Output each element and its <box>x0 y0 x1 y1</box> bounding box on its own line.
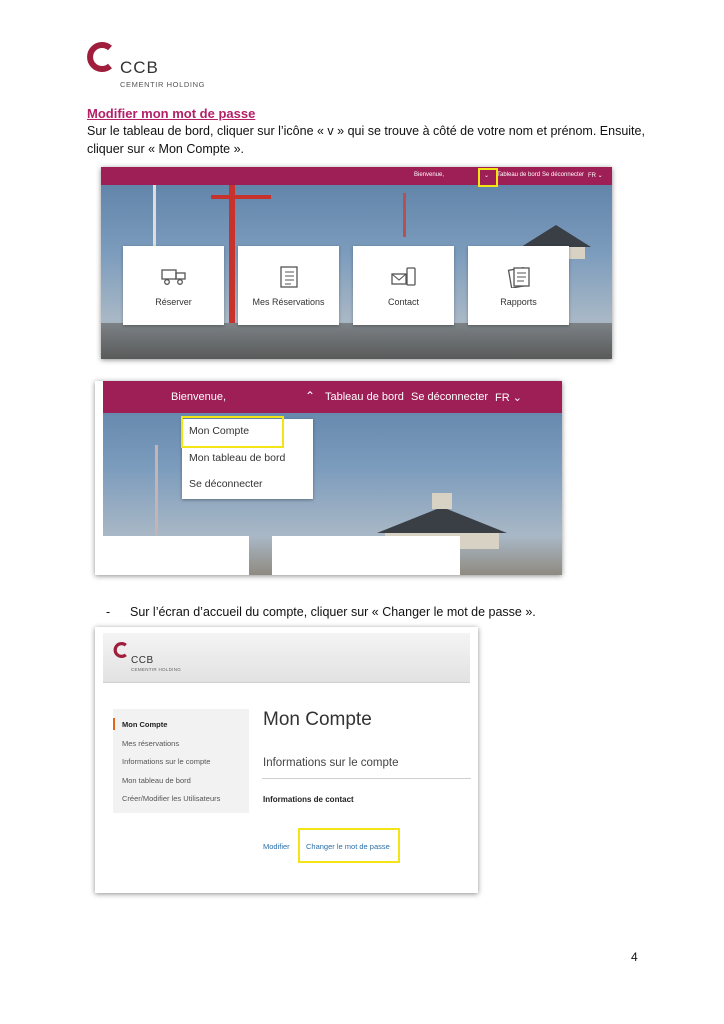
ccb-c-mark-icon <box>113 642 127 658</box>
change-password-highlight <box>298 828 400 863</box>
mon-compte-highlight <box>181 416 284 448</box>
crane-mast <box>229 185 235 335</box>
nav-welcome: Bienvenue, <box>414 172 445 178</box>
instruction-paragraph: Sur le tableau de bord, cliquer sur l’ic… <box>87 124 645 156</box>
page-title: Mon Compte <box>263 709 372 730</box>
nav-logout[interactable]: Se déconnecter <box>411 391 488 403</box>
logo-subtitle: CEMENTIR HOLDING <box>120 80 206 89</box>
page-number: 4 <box>631 950 638 964</box>
sidebar-item-mes-reservations[interactable]: Mes réservations <box>122 739 179 748</box>
tile-contact[interactable]: Contact <box>353 246 454 325</box>
dashboard-screenshot: Bienvenue, ⌄ Tableau de bord Se déconnec… <box>101 167 612 359</box>
section-heading: Modifier mon mot de passe <box>87 106 256 121</box>
tile-label: Réserver <box>155 297 192 307</box>
flag-pole <box>155 445 158 535</box>
nav-language[interactable]: FR ⌄ <box>588 172 603 179</box>
section-title: Informations sur le compte <box>263 757 399 769</box>
ccb-logo: CCB CEMENTIR HOLDING <box>86 42 226 92</box>
tile-reserver[interactable]: Réserver <box>123 246 224 325</box>
nav-language[interactable]: FR ⌄ <box>495 391 522 404</box>
nav-logout[interactable]: Se déconnecter <box>542 172 584 178</box>
sidebar-item-tableau-de-bord[interactable]: Mon tableau de bord <box>122 776 191 785</box>
truck-icon <box>160 269 186 285</box>
tile-rapports[interactable]: Rapports <box>468 246 569 325</box>
left-margin <box>95 381 103 575</box>
sidebar-item-utilisateurs[interactable]: Créer/Modifier les Utilisateurs <box>122 794 220 803</box>
account-sidebar: Mon Compte Mes réservations Informations… <box>113 709 249 813</box>
crane-jib <box>211 195 271 199</box>
account-screenshot: CCB CEMENTIR HOLDING Mon Compte Mes rése… <box>95 627 478 893</box>
top-nav-bar: Bienvenue, ⌄ Tableau de bord Se déconnec… <box>101 167 612 185</box>
site-ground <box>101 323 612 359</box>
menu-item-mon-tableau-de-bord[interactable]: Mon tableau de bord <box>189 452 285 464</box>
nav-chevron-up-icon[interactable]: ⌃ <box>305 389 315 403</box>
account-brand-subtitle: CEMENTIR HOLDING <box>131 667 182 672</box>
mail-phone-icon <box>390 267 416 286</box>
dropdown-screenshot: Bienvenue, ⌃ Tableau de bord Se déconnec… <box>95 381 562 575</box>
tile-label: Rapports <box>500 297 537 307</box>
tile-label: Contact <box>387 297 420 307</box>
tile-mes-reservations[interactable]: Mes Réservations <box>238 246 339 325</box>
chevron-highlight <box>478 168 498 187</box>
checklist-icon <box>279 266 298 288</box>
sidebar-item-informations[interactable]: Informations sur le compte <box>122 757 210 766</box>
contact-heading: Informations de contact <box>263 795 354 804</box>
flag-pole <box>403 193 406 237</box>
documents-icon <box>507 266 530 288</box>
tile-card-partial <box>272 536 460 575</box>
tile-card-partial <box>103 536 249 575</box>
tile-label: Mes Réservations <box>252 297 325 307</box>
ccb-c-mark-icon <box>87 42 112 72</box>
sidebar-item-mon-compte[interactable]: Mon Compte <box>122 720 167 729</box>
top-nav-bar: Bienvenue, ⌃ Tableau de bord Se déconnec… <box>103 381 562 413</box>
modifier-link[interactable]: Modifier <box>263 842 290 851</box>
nav-dashboard[interactable]: Tableau de bord <box>325 391 404 403</box>
nav-dashboard[interactable]: Tableau de bord <box>497 172 540 178</box>
divider <box>262 778 471 779</box>
account-brand: CCB <box>131 655 154 666</box>
bullet-dash: - <box>106 605 111 619</box>
nav-welcome: Bienvenue, <box>171 391 227 403</box>
bullet-text: Sur l’écran d’accueil du compte, cliquer… <box>130 605 536 619</box>
active-indicator <box>113 718 115 730</box>
logo-brand: CCB <box>120 58 159 77</box>
account-header: CCB CEMENTIR HOLDING <box>103 633 470 683</box>
menu-item-se-deconnecter[interactable]: Se déconnecter <box>189 478 263 490</box>
